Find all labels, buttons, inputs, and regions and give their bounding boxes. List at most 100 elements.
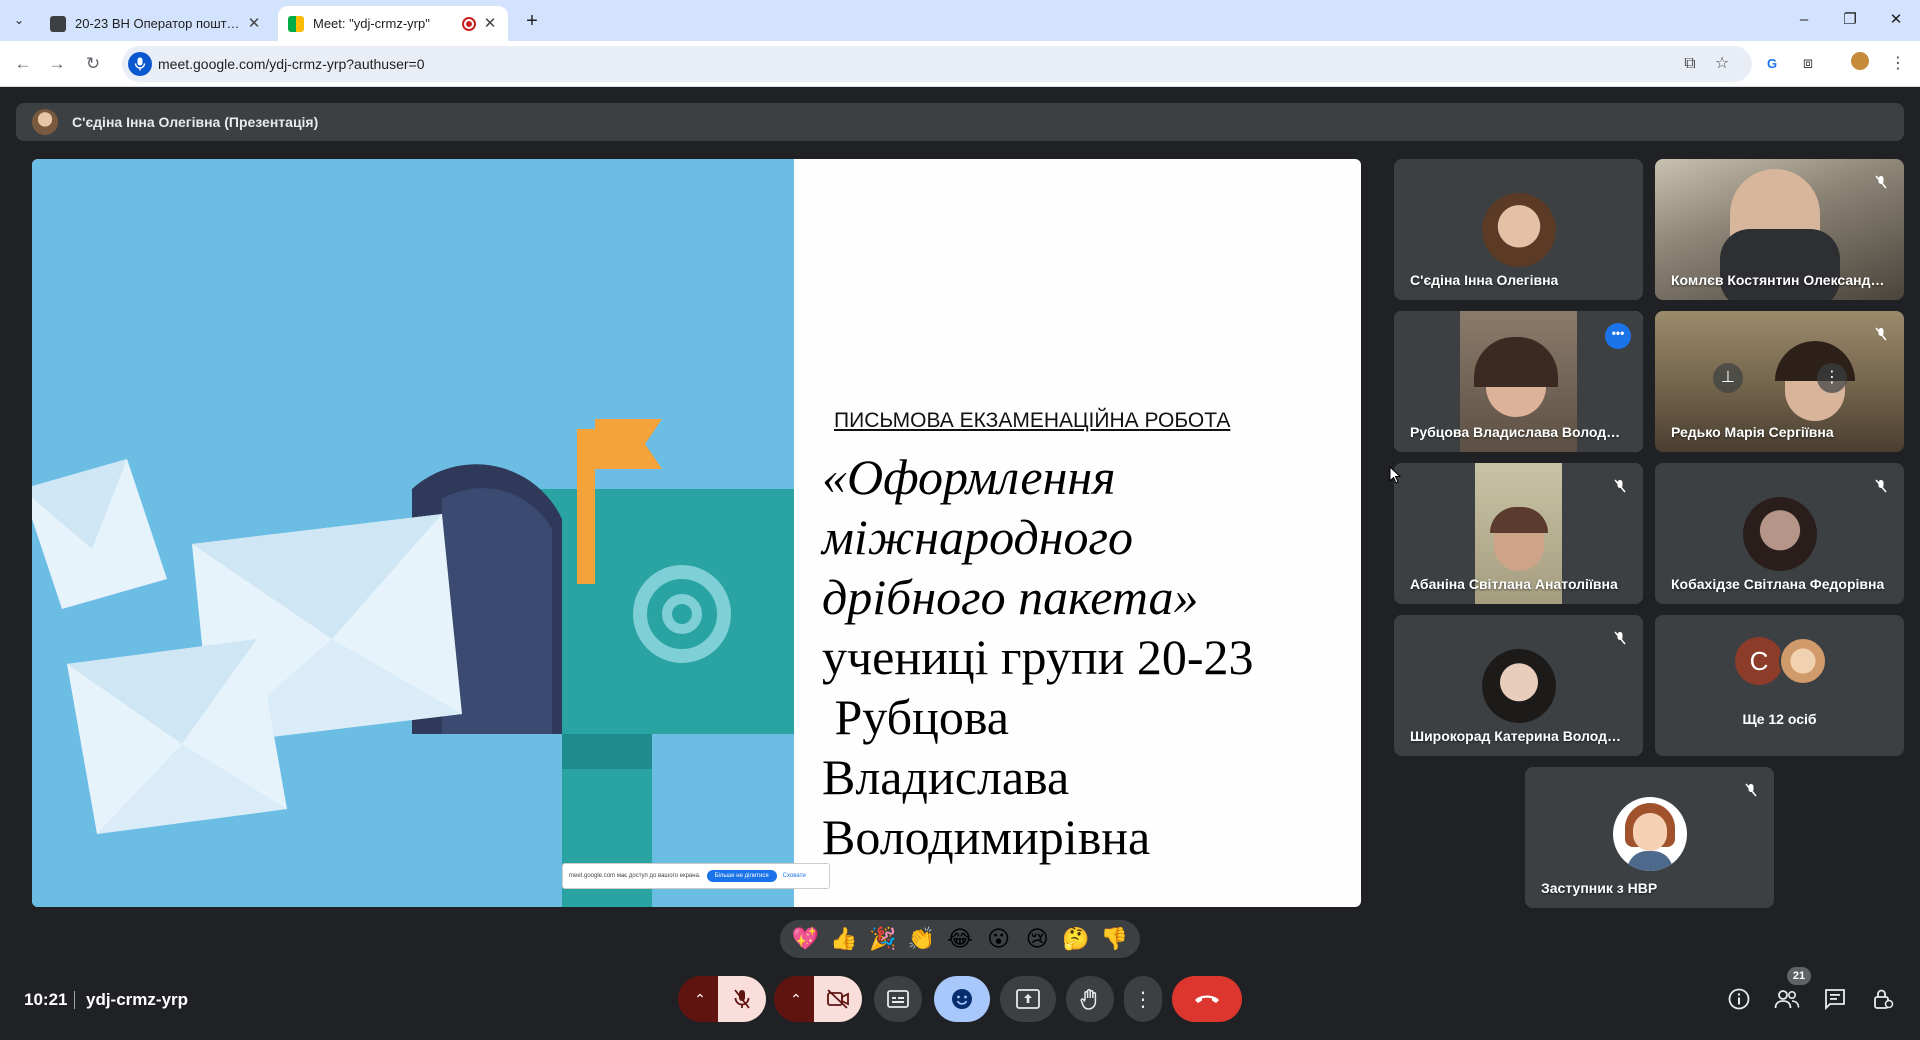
tab-operator-course[interactable]: 20-23 ВН Оператор поштового зв'язку ✕ [40, 6, 272, 41]
host-controls-icon[interactable] [1868, 984, 1898, 1014]
participant-avatar [1481, 649, 1556, 723]
reaction-surprised[interactable]: 😮 [983, 923, 1015, 955]
reaction-sad[interactable]: 😢 [1021, 923, 1053, 955]
close-window-button[interactable]: ✕ [1876, 8, 1916, 32]
hide-notice-button[interactable]: Сховати [783, 873, 806, 879]
chat-icon[interactable] [1820, 984, 1850, 1014]
tab-meet[interactable]: Meet: "ydj-crmz-yrp" ✕ [278, 6, 508, 41]
forward-icon[interactable]: → [44, 51, 70, 77]
people-count-badge: 21 [1787, 967, 1811, 985]
hand-icon [1080, 989, 1097, 1010]
reaction-thumbs-up[interactable]: 👍 [828, 923, 860, 955]
profile-icon[interactable] [1848, 52, 1872, 76]
mic-in-use-icon[interactable] [128, 52, 152, 76]
divider [74, 991, 75, 1009]
camera-off-icon [827, 989, 849, 1009]
meeting-code: ydj-crmz-yrp [86, 990, 189, 1009]
slide-text-block: ПИСЬМОВА ЕКЗАМЕНАЦІЙНА РОБОТА «Оформленн… [822, 409, 1342, 867]
participant-tile-active-speaker[interactable]: ••• Рубцова Владислава Володимирівна [1394, 311, 1643, 452]
mic-off-icon [1609, 627, 1631, 649]
stop-sharing-button[interactable]: Більше не ділитися [706, 870, 777, 882]
screen-share-notice: meet.google.com має доступ до вашого екр… [562, 863, 830, 889]
participant-tile[interactable]: Заступник з НВР [1525, 767, 1774, 908]
raise-hand-button[interactable] [1066, 976, 1114, 1022]
mic-toggle-button[interactable] [718, 976, 766, 1022]
participant-tile[interactable]: Абаніна Світлана Анатоліївна [1394, 463, 1643, 604]
participant-name: Широкорад Катерина Володимирівна [1410, 728, 1627, 744]
mic-off-icon [1870, 323, 1892, 345]
meet-stage: С'єдіна Інна Олегівна (Презентація) ПИСЬ… [0, 87, 1920, 1040]
reload-icon[interactable]: ↻ [80, 51, 106, 77]
present-screen-button[interactable] [1000, 976, 1056, 1022]
reaction-heart[interactable]: 💖 [789, 923, 821, 955]
presenter-avatar [32, 109, 58, 135]
reaction-party[interactable]: 🎉 [867, 923, 899, 955]
tab-close-icon[interactable]: ✕ [246, 15, 262, 32]
end-call-icon [1195, 995, 1219, 1003]
extensions-icon[interactable]: ⧈ [1796, 52, 1820, 76]
captions-button[interactable] [874, 976, 922, 1022]
participant-name: Комлєв Костянтин Олександрович [1671, 272, 1888, 288]
more-options-icon[interactable]: ••• [1605, 323, 1631, 349]
participant-avatar [1612, 797, 1687, 871]
participant-avatar [1481, 193, 1556, 267]
meeting-clock: 10:21 [24, 990, 68, 1009]
present-icon [1016, 989, 1040, 1009]
mailbox-illustration [32, 159, 794, 907]
reactions-button[interactable] [934, 976, 990, 1022]
translate-icon[interactable]: G [1760, 52, 1784, 76]
browser-toolbar: ← → ↻ meet.google.com/ydj-crmz-yrp?authu… [0, 41, 1920, 87]
participant-name: Абаніна Світлана Анатоліївна [1410, 576, 1618, 592]
presenter-bar: С'єдіна Інна Олегівна (Презентація) [16, 103, 1904, 141]
more-options-button[interactable]: ⋮ [1124, 976, 1162, 1022]
mouse-cursor-icon [1389, 466, 1401, 484]
emoji-icon [952, 989, 972, 1009]
participant-name: Рубцова Владислава Володимирівна [1410, 424, 1627, 440]
participant-tile[interactable]: Кобахідзе Світлана Федорівна [1655, 463, 1904, 604]
slide-title-line: «Оформлення [822, 449, 1116, 505]
participant-tile[interactable]: Комлєв Костянтин Олександрович [1655, 159, 1904, 300]
meeting-details-icon[interactable] [1724, 984, 1754, 1014]
minimize-button[interactable]: – [1784, 8, 1824, 32]
slide-body-line: Володимирівна [822, 809, 1151, 865]
mic-off-icon [1740, 779, 1762, 801]
pin-icon[interactable]: ⊥ [1713, 363, 1743, 393]
reaction-laugh[interactable]: 😂 [944, 923, 976, 955]
reaction-thumbs-down[interactable]: 👎 [1099, 923, 1131, 955]
tab-search-chevron-icon[interactable]: ⌄ [8, 9, 30, 31]
participant-name: Заступник з НВР [1541, 880, 1658, 896]
slide-title-line: міжнародного [822, 509, 1134, 565]
participant-name: Редько Марія Сергіївна [1671, 424, 1834, 440]
tab-close-icon[interactable]: ✕ [482, 15, 498, 32]
people-icon[interactable] [1772, 984, 1802, 1014]
browser-menu-icon[interactable]: ⋮ [1886, 52, 1910, 76]
restore-button[interactable]: ❐ [1830, 8, 1870, 32]
participant-tile[interactable]: С'єдіна Інна Олегівна [1394, 159, 1643, 300]
slide-body-line: Владислава [822, 749, 1070, 805]
leave-call-button[interactable] [1172, 976, 1242, 1022]
camera-toggle-button[interactable] [814, 976, 862, 1022]
captions-icon [887, 990, 909, 1008]
video-settings-chevron-icon[interactable]: ⌃ [774, 976, 818, 1022]
address-bar[interactable]: meet.google.com/ydj-crmz-yrp?authuser=0 … [122, 46, 1752, 82]
audio-settings-chevron-icon[interactable]: ⌃ [678, 976, 722, 1022]
back-icon[interactable]: ← [10, 51, 36, 77]
tile-more-icon[interactable]: ⋮ [1817, 363, 1847, 393]
participant-name: С'єдіна Інна Олегівна [1410, 272, 1559, 288]
mic-off-icon [1870, 171, 1892, 193]
participant-tile[interactable]: Широкорад Катерина Володимирівна [1394, 615, 1643, 756]
open-in-window-icon[interactable]: ⧉ [1680, 54, 1700, 74]
reaction-clap[interactable]: 👏 [905, 923, 937, 955]
presenter-label: С'єдіна Інна Олегівна (Презентація) [72, 114, 319, 130]
participant-tile[interactable]: ⊥ ⋮ Редько Марія Сергіївна [1655, 311, 1904, 452]
tab-title: Meet: "ydj-crmz-yrp" [313, 16, 430, 31]
bookmark-star-icon[interactable]: ☆ [1712, 54, 1732, 74]
others-avatar-photo [1779, 637, 1827, 685]
others-tile[interactable]: С Ще 12 осіб [1655, 615, 1904, 756]
new-tab-button[interactable]: + [519, 8, 545, 34]
tab-title: 20-23 ВН Оператор поштового зв'язку [75, 16, 240, 31]
participant-name: Кобахідзе Світлана Федорівна [1671, 576, 1885, 592]
reaction-thinking[interactable]: 🤔 [1060, 923, 1092, 955]
presentation-slide: ПИСЬМОВА ЕКЗАМЕНАЦІЙНА РОБОТА «Оформленн… [32, 159, 1361, 907]
slide-subtitle: ПИСЬМОВА ЕКЗАМЕНАЦІЙНА РОБОТА [834, 409, 1231, 432]
